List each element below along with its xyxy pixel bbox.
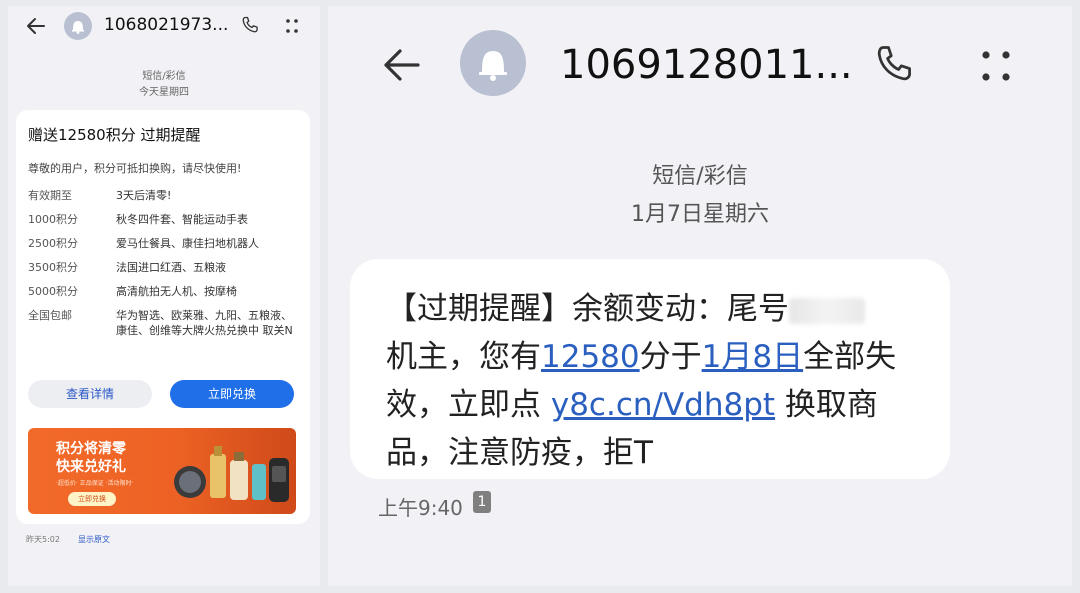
sender-number: 1069128011... (560, 42, 853, 88)
row-key: 2500积分 (28, 237, 78, 250)
row-value: 爱马仕餐具、康佳扫地机器人 (116, 237, 259, 250)
phone-icon[interactable] (872, 42, 916, 86)
avatar[interactable] (64, 12, 92, 40)
bell-icon (72, 21, 84, 34)
row-key: 3500积分 (28, 261, 78, 274)
phone-icon[interactable] (240, 15, 260, 35)
message-text: 换取商 (775, 387, 878, 423)
channel-label: 短信/彩信 (142, 71, 186, 82)
avatar[interactable] (460, 30, 526, 96)
message-line-4: 品，注意防疫，拒T (386, 427, 653, 472)
row-value: 3天后清零! (116, 189, 172, 202)
sim-badge: 1 (473, 491, 491, 513)
card-intro: 尊敬的用户，积分可抵扣换购，请尽快使用! (28, 162, 242, 175)
banner-redeem-button[interactable]: 立即兑换 (68, 492, 116, 506)
back-arrow-icon[interactable] (24, 14, 48, 38)
row-key: 5000积分 (28, 285, 78, 298)
left-sms-screen: 1068021973... 短信/彩信 今天星期四 赠送12580积分 过期提醒… (8, 6, 320, 586)
message-text: 品，注意防疫，拒T (386, 435, 653, 471)
message-text: 【过期提醒】余额变动：尾号 (386, 291, 789, 327)
message-line-3: 效，立即点 y8c.cn/Vdh8pt 换取商 (386, 379, 878, 424)
channel-label: 短信/彩信 (652, 164, 748, 189)
product-collage-image (174, 446, 289, 502)
banner-headline-1: 积分将清零 (56, 441, 126, 457)
redacted-text (789, 297, 865, 324)
message-text: 机主，您有 (386, 339, 541, 375)
more-icon[interactable] (978, 46, 1014, 86)
message-text: 效，立即点 (386, 387, 551, 423)
message-time: 上午9:40 (378, 496, 463, 520)
card-title: 赠送12580积分 过期提醒 (28, 126, 201, 144)
left-header: 1068021973... (8, 6, 320, 50)
date-label: 今天星期四 (139, 87, 189, 98)
view-details-button[interactable]: 查看详情 (28, 380, 152, 408)
message-card: 赠送12580积分 过期提醒 尊敬的用户，积分可抵扣换购，请尽快使用! 有效期至… (16, 110, 310, 524)
row-key: 全国包邮 (28, 309, 72, 322)
show-original-link[interactable]: 显示原文 (78, 534, 110, 545)
redeem-now-button[interactable]: 立即兑换 (170, 380, 294, 408)
message-time: 昨天5:02 (26, 535, 60, 544)
promo-banner[interactable]: 积分将清零 快来兑好礼 ·超低价· 正品保证 ·活动限时· 立即兑换 (28, 428, 296, 514)
row-value: 高清航拍无人机、按摩椅 (116, 285, 237, 298)
message-line-1: 【过期提醒】余额变动：尾号 (386, 283, 865, 328)
message-text: 分于 (639, 339, 702, 375)
date-label: 1月7日星期六 (631, 202, 769, 227)
row-key: 有效期至 (28, 189, 72, 202)
banner-headline-2: 快来兑好礼 (56, 459, 126, 475)
banner-tagline: ·超低价· 正品保证 ·活动限时· (56, 480, 134, 487)
back-arrow-icon[interactable] (378, 42, 424, 88)
bell-icon (479, 51, 507, 81)
sender-number: 1068021973... (104, 15, 229, 35)
points-link[interactable]: 12580 (541, 339, 640, 375)
message-text: 全部失 (803, 339, 897, 375)
right-sms-screen: 1069128011... 短信/彩信 1月7日星期六 【过期提醒】余额变动：尾… (328, 6, 1072, 586)
message-line-2: 机主，您有12580分于1月8日全部失 (386, 331, 896, 376)
url-link[interactable]: y8c.cn/Vdh8pt (551, 387, 775, 423)
message-bubble: 【过期提醒】余额变动：尾号 机主，您有12580分于1月8日全部失 效，立即点 … (350, 259, 950, 479)
row-value: 法国进口红酒、五粮液 (116, 261, 226, 274)
row-value: 秋冬四件套、智能运动手表 (116, 213, 248, 226)
date-link[interactable]: 1月8日 (702, 339, 803, 375)
row-key: 1000积分 (28, 213, 78, 226)
more-icon[interactable] (284, 16, 300, 36)
row-value: 华为智选、欧莱雅、九阳、五粮液、康佳、创维等大牌火热兑换中 取关N (116, 309, 293, 337)
